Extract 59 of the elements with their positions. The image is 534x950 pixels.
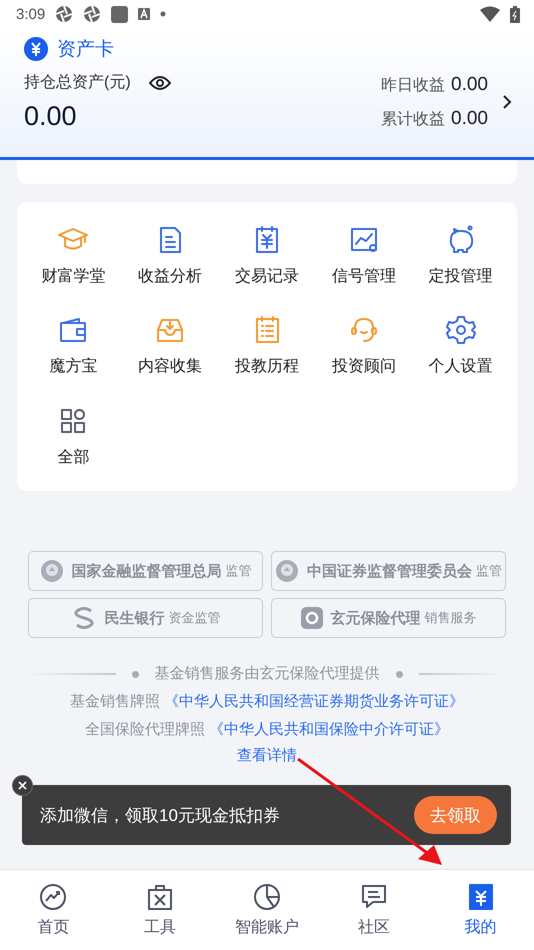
- tab-item[interactable]: 工具: [106, 870, 214, 950]
- tab-item[interactable]: 智能账户: [214, 870, 320, 950]
- emblem-icon: [275, 559, 299, 583]
- toast-message: 添加微信，领取10元现金抵扣券: [40, 804, 281, 826]
- license-line: 全国保险代理牌照 《中华人民共和国保险中介许可证》: [85, 720, 449, 740]
- aperture-icon: [55, 5, 74, 23]
- dot-icon: [160, 11, 166, 17]
- shortcut-item[interactable]: 财富学堂: [25, 224, 122, 296]
- regulator-role: 监管: [476, 562, 502, 580]
- close-button[interactable]: [12, 775, 33, 796]
- yuan-icon: [24, 37, 48, 61]
- battery-icon: [510, 6, 520, 22]
- shortcut-item[interactable]: 魔方宝: [25, 314, 122, 387]
- cumulative-earnings-value: 0.00: [451, 108, 488, 130]
- shortcut-item[interactable]: 内容收集: [122, 314, 219, 387]
- total-assets-label: 持仓总资产(元): [24, 72, 131, 93]
- yesterday-earnings-value: 0.00: [451, 74, 488, 96]
- details-link[interactable]: 查看详情: [237, 746, 297, 765]
- card-title: 资产卡: [57, 38, 114, 62]
- square-icon: [111, 6, 128, 22]
- asset-card[interactable]: 资产卡 持仓总资产(元) 0.00 昨日收益 0.00 累计收益 0.00: [0, 28, 534, 160]
- shortcut-item[interactable]: 投资顾问: [315, 314, 412, 387]
- yesterday-earnings-label: 昨日收益: [381, 76, 446, 96]
- license-link[interactable]: 《中华人民共和国保险中介许可证》: [209, 721, 449, 738]
- trend-icon: [38, 882, 68, 912]
- chevron-right-icon[interactable]: [502, 94, 512, 110]
- regulator-name: 中国证券监督管理委员会: [307, 562, 472, 580]
- tab-item[interactable]: 首页: [0, 870, 107, 950]
- tab-item[interactable]: 我的: [427, 870, 534, 950]
- wifi-icon: [480, 6, 500, 22]
- regulator-name: 玄元保险代理: [330, 608, 420, 628]
- shortcut-item[interactable]: 收益分析: [122, 224, 219, 296]
- regulator-role: 监管: [226, 562, 252, 580]
- shortcut-item[interactable]: 定投管理: [412, 224, 509, 296]
- shortcut-item[interactable]: 全部: [25, 404, 122, 477]
- divider-dot: [396, 670, 402, 678]
- shortcut-item[interactable]: 个人设置: [412, 314, 509, 387]
- regulator-name: 民生银行: [104, 608, 164, 628]
- agency-logo-icon: [300, 607, 322, 629]
- license-line: 基金销售牌照 《中华人民共和国经营证券期货业务许可证》: [70, 692, 464, 712]
- keyboard-icon: [138, 8, 150, 20]
- tab-item[interactable]: 社区: [320, 870, 428, 950]
- license-link[interactable]: 《中华人民共和国经营证券期货业务许可证》: [164, 693, 464, 710]
- provider-note: 基金销售服务由玄元保险代理提供: [154, 664, 380, 684]
- aperture-icon: [83, 5, 102, 23]
- regulator-role: 资金监管: [168, 609, 220, 627]
- eye-icon[interactable]: [148, 74, 171, 90]
- status-time: 3:09: [16, 6, 46, 22]
- close-icon: [18, 781, 27, 790]
- divider-dot: [132, 670, 138, 678]
- shortcut-item[interactable]: 交易记录: [218, 224, 316, 296]
- shortcut-item[interactable]: 信号管理: [315, 224, 412, 296]
- shortcut-item[interactable]: 投教历程: [218, 314, 316, 387]
- regulator-role: 销售服务: [424, 609, 476, 627]
- pie-chart-icon: [252, 882, 282, 912]
- emblem-icon: [40, 559, 64, 583]
- regulator-name: 国家金融监督管理总局: [72, 562, 222, 580]
- cumulative-earnings-label: 累计收益: [381, 110, 446, 130]
- total-assets-value: 0.00: [24, 101, 78, 132]
